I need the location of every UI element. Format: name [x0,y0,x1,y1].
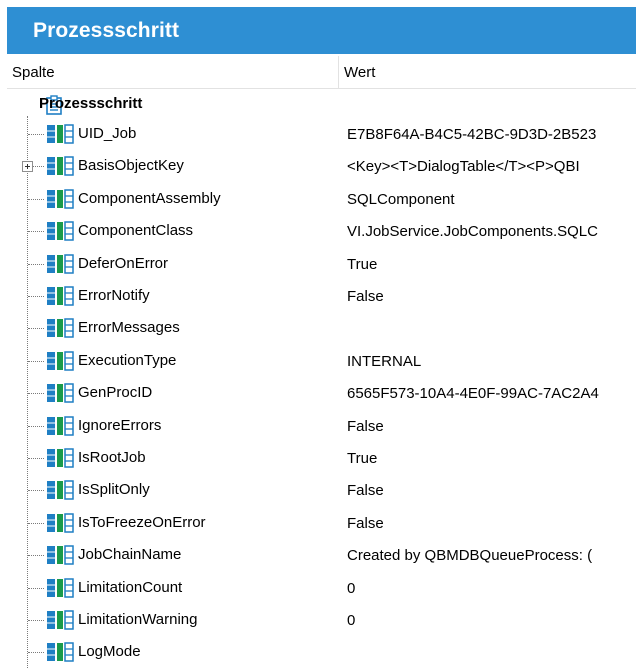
property-row[interactable]: ComponentClass VI.JobService.JobComponent… [7,215,636,247]
property-value[interactable]: Created by QBMDBQueueProcess: ( [347,547,592,564]
property-name: ErrorMessages [78,319,180,336]
property-value[interactable]: SQLComponent [347,191,455,208]
property-name: DeferOnError [78,255,169,272]
property-value[interactable]: VI.JobService.JobComponents.SQLC [347,223,598,240]
tree-branch-line [28,296,44,297]
column-property-icon [46,221,74,246]
property-name: UID_Job [78,125,137,142]
tree-branch-line [28,458,44,459]
property-name: IsSplitOnly [78,481,150,498]
property-name: JobChainName [78,546,182,563]
property-value[interactable]: True [347,450,377,467]
property-row[interactable]: UID_Job E7B8F64A-B4C5-42BC-9D3D-2B523 [7,118,636,150]
window-top-edge [0,0,636,7]
column-property-icon [46,578,74,603]
property-row[interactable]: IgnoreErrors False [7,410,636,442]
column-property-icon [46,254,74,279]
property-name: ComponentAssembly [78,190,221,207]
property-value[interactable]: <Key><T>DialogTable</T><P>QBI [347,158,580,175]
property-value[interactable]: False [347,418,384,435]
property-row[interactable]: IsSplitOnly False [7,474,636,506]
property-row[interactable]: GenProcID 6565F573-10A4-4E0F-99AC-7AC2A4 [7,377,636,409]
tree-branch-line [28,231,44,232]
property-name: BasisObjectKey [78,157,184,174]
column-header-value[interactable]: Wert [344,64,375,81]
column-property-icon [46,610,74,635]
tree-root-label: Prozessschritt [39,95,143,112]
window-left-edge [0,0,7,668]
property-value[interactable]: False [347,482,384,499]
column-property-icon [46,383,74,408]
property-row[interactable]: ErrorMessages [7,312,636,344]
column-property-icon [46,189,74,214]
property-name: LimitationWarning [78,611,198,628]
column-property-icon [46,545,74,570]
property-name: IgnoreErrors [78,417,162,434]
tree-root-node[interactable]: Prozessschritt [7,89,636,121]
title-bar: Prozessschritt [7,7,636,54]
column-property-icon [46,124,74,149]
tree-branch-line [28,490,44,491]
tree-branch-line [28,652,44,653]
column-property-icon [46,156,74,181]
column-property-icon [46,448,74,473]
property-name: ErrorNotify [78,287,150,304]
property-value[interactable]: False [347,515,384,532]
tree-branch-line [28,620,44,621]
expand-plus-icon[interactable] [22,161,33,172]
property-name: LimitationCount [78,579,183,596]
column-header-name[interactable]: Spalte [12,64,55,81]
column-property-icon [46,416,74,441]
property-value[interactable]: INTERNAL [347,353,421,370]
column-property-icon [46,480,74,505]
property-name: LogMode [78,643,141,660]
column-property-icon [46,351,74,376]
property-value[interactable]: 0 [347,580,355,597]
property-row[interactable]: ComponentAssembly SQLComponent [7,183,636,215]
tree-branch-line [28,264,44,265]
property-row[interactable]: LogMode [7,636,636,668]
property-row[interactable]: JobChainName Created by QBMDBQueueProcess… [7,539,636,571]
window-title: Prozessschritt [33,19,180,42]
property-name: GenProcID [78,384,153,401]
property-row[interactable]: ErrorNotify False [7,280,636,312]
tree-branch-line [28,361,44,362]
property-row[interactable]: DeferOnError True [7,248,636,280]
column-property-icon [46,318,74,343]
column-header: Spalte Wert [7,56,636,89]
column-property-icon [46,513,74,538]
property-row[interactable]: LimitationWarning 0 [7,604,636,636]
property-row[interactable]: BasisObjectKey <Key><T>DialogTable</T><P>… [7,150,636,182]
property-row[interactable]: IsRootJob True [7,442,636,474]
tree-branch-line [28,328,44,329]
property-value[interactable]: False [347,288,384,305]
tree-branch-line [28,588,44,589]
tree-branch-line [28,523,44,524]
tree-branch-line [28,199,44,200]
property-name: ExecutionType [78,352,177,369]
tree-branch-line [28,426,44,427]
property-row[interactable]: ExecutionType INTERNAL [7,345,636,377]
property-name: ComponentClass [78,222,194,239]
property-window: Prozessschritt Spalte Wert Prozessschrit… [0,0,636,668]
property-row[interactable]: IsToFreezeOnError False [7,507,636,539]
tree-branch-line [28,555,44,556]
property-name: IsToFreezeOnError [78,514,206,531]
tree-branch-line [28,393,44,394]
column-separator[interactable] [338,56,339,88]
property-name: IsRootJob [78,449,146,466]
property-value[interactable]: E7B8F64A-B4C5-42BC-9D3D-2B523 [347,126,596,143]
property-value[interactable]: 6565F573-10A4-4E0F-99AC-7AC2A4 [347,385,599,402]
column-property-icon [46,642,74,667]
property-row[interactable]: LimitationCount 0 [7,572,636,604]
property-value[interactable]: True [347,256,377,273]
property-value[interactable]: 0 [347,612,355,629]
column-property-icon [46,286,74,311]
tree-branch-line [28,134,44,135]
property-tree: Prozessschritt UID_Job E7B8F64A-B4C5-42BC… [7,89,636,668]
